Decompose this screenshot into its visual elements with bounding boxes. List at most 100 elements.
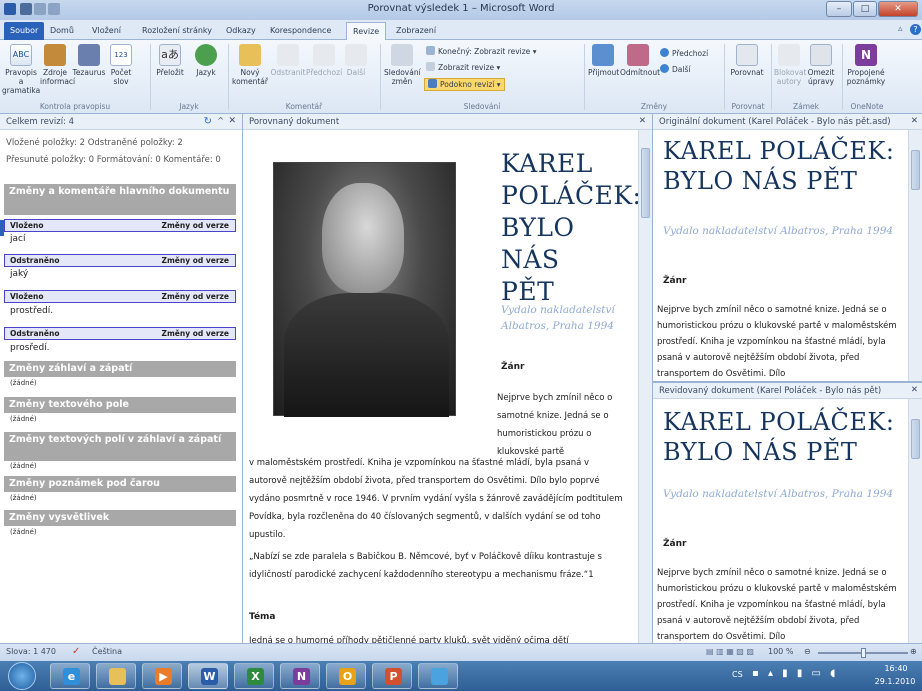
taskbar-ie[interactable]: e [50,663,90,689]
original-scroll-thumb[interactable] [911,150,920,190]
paragraph-3: Jedná se o humorné příhody pětičlenné pa… [249,636,569,643]
section-footnotes[interactable]: Změny poznámek pod čarou [4,476,236,492]
group-proofing: Kontrola pravopisu [39,102,111,111]
word-count[interactable]: Slova: 1 470 [6,647,56,656]
group-separator [584,44,585,110]
new-comment-icon [239,44,261,66]
close-original-icon[interactable]: ✕ [910,116,918,126]
reviewing-pane-button[interactable]: Podokno revizí ▾ [424,78,505,91]
clock-date[interactable]: 29.1.2010 [870,677,920,686]
delete-comment-button[interactable]: Odstranit [270,44,306,77]
zoom-out-icon[interactable]: ⊖ [804,647,811,656]
revision-header[interactable]: Odstraněno Změny od verze [4,327,236,340]
linked-notes-button[interactable]: N Propojené poznámky [846,44,886,86]
compare-button[interactable]: Porovnat [728,44,766,77]
accept-button[interactable]: Přijmout [588,44,619,77]
taskbar-explorer[interactable] [96,663,136,689]
previous-comment-button[interactable]: Předchozí [306,44,342,77]
previous-change-button[interactable]: Předchozí [660,48,708,59]
section-endnotes[interactable]: Změny vysvětlivek [4,510,236,526]
theme-heading: Téma [249,612,276,622]
compared-scroll-thumb[interactable] [641,148,650,218]
section-header-footer[interactable]: Změny záhlaví a zápatí [4,361,236,377]
document-title: KAREL POLÁČEK: BYLO NÁS PĚT [501,149,642,306]
tab-references[interactable]: Odkazy [220,22,262,40]
section-header-textboxes[interactable]: Změny textových polí v záhlaví a zápatí [4,432,236,461]
tab-home[interactable]: Domů [44,22,80,40]
original-scrollbar[interactable] [908,130,922,381]
taskbar-word[interactable]: W [188,663,228,689]
minimize-ribbon-icon[interactable]: ▵ [898,25,907,34]
group-separator [724,44,725,110]
thesaurus-button[interactable]: Tezaurus [72,44,106,77]
next-comment-button[interactable]: Další [342,44,370,77]
show-markup-dropdown[interactable]: Zobrazit revize ▾ [426,62,500,73]
proofing-icon[interactable]: ✓ [72,646,80,657]
zoom-slider-thumb[interactable] [861,648,866,658]
language-icon [195,44,217,66]
revision-text[interactable]: jaký [10,269,28,279]
revision-header[interactable]: Odstraněno Změny od verze [4,254,236,267]
language-status[interactable]: Čeština [92,647,122,656]
research-button[interactable]: Zdroje informací [40,44,75,86]
display-for-review-dropdown[interactable]: Konečný: Zobrazit revize ▾ [426,46,536,57]
spelling-button[interactable]: ABC Pravopis a gramatika [2,44,40,95]
reject-button[interactable]: Odmítnout [620,44,660,77]
close-compared-icon[interactable]: ✕ [639,116,646,126]
section-main-document[interactable]: Změny a komentáře hlavního dokumentu [4,184,236,215]
revision-header[interactable]: Vloženo Změny od verze [4,290,236,303]
revised-scrollbar[interactable] [908,399,922,643]
tab-view[interactable]: Zobrazení [390,22,442,40]
help-icon[interactable]: ? [910,24,921,35]
taskbar-paint[interactable] [418,663,458,689]
zoom-in-icon[interactable]: ⊕ [910,647,917,656]
collapse-icon[interactable]: ^ [217,116,224,125]
genre-heading: Žánr [501,362,525,372]
block-authors-button[interactable]: Blokovat autory [774,44,806,86]
clock-time[interactable]: 16:40 [876,664,916,673]
translate-button[interactable]: aあ Přeložit [154,44,186,77]
zoom-level[interactable]: 100 % [768,647,793,656]
taskbar-media[interactable]: ▶ [142,663,182,689]
tab-mailings[interactable]: Korespondence [264,22,337,40]
close-pane-icon[interactable]: ✕ [228,116,236,126]
new-comment-button[interactable]: Nový komentář [232,44,268,86]
group-separator [842,44,843,110]
compared-scrollbar[interactable] [638,130,652,643]
refresh-icon[interactable]: ↻ [204,116,212,127]
language-button[interactable]: Jazyk [190,44,222,77]
revision-text[interactable]: jací [10,234,25,244]
tab-insert[interactable]: Vložení [86,22,127,40]
tab-review[interactable]: Revize [346,22,387,40]
taskbar-outlook[interactable]: O [326,663,366,689]
group-separator [380,44,381,110]
word-count-button[interactable]: 123 Počet slov [106,44,136,86]
restrict-editing-button[interactable]: Omezit úpravy [806,44,836,86]
close-revised-icon[interactable]: ✕ [910,385,918,395]
start-button[interactable] [8,662,36,690]
taskbar-powerpoint[interactable]: P [372,663,412,689]
taskbar-excel[interactable]: X [234,663,274,689]
close-button[interactable]: ✕ [878,1,918,17]
compared-document-pane: Porovnaný dokument ✕ KAREL POLÁČEK: BYLO… [243,114,653,643]
revised-scroll-thumb[interactable] [911,419,920,459]
original-document-header: Originální dokument (Karel Poláček - Byl… [653,114,922,130]
taskbar-onenote[interactable]: N [280,663,320,689]
revision-text[interactable]: prostředí. [10,306,53,316]
track-changes-button[interactable]: Sledování změn [384,44,421,86]
view-layout-icons[interactable]: ▤ ▥ ▦ ▧ ▨ [706,647,754,656]
tab-file[interactable]: Soubor [4,22,45,40]
minimize-button[interactable]: – [826,1,852,17]
maximize-button[interactable]: □ [853,1,877,17]
tab-page-layout[interactable]: Rozložení stránky [136,22,218,40]
revision-text[interactable]: prosředí. [10,343,50,353]
tray-icons[interactable]: ▪ ▴ ▮ ▮ ▭ ◖ [752,668,838,679]
revision-header[interactable]: Vloženo Změny od verze [4,219,236,232]
show-markup-icon [426,62,435,71]
delete-comment-icon [277,44,299,66]
section-textbox[interactable]: Změny textového pole [4,397,236,413]
next-change-button[interactable]: Další [660,64,690,75]
language-indicator[interactable]: CS [732,670,743,679]
group-language: Jazyk [179,102,199,111]
section-empty: (žádné) [10,494,37,502]
